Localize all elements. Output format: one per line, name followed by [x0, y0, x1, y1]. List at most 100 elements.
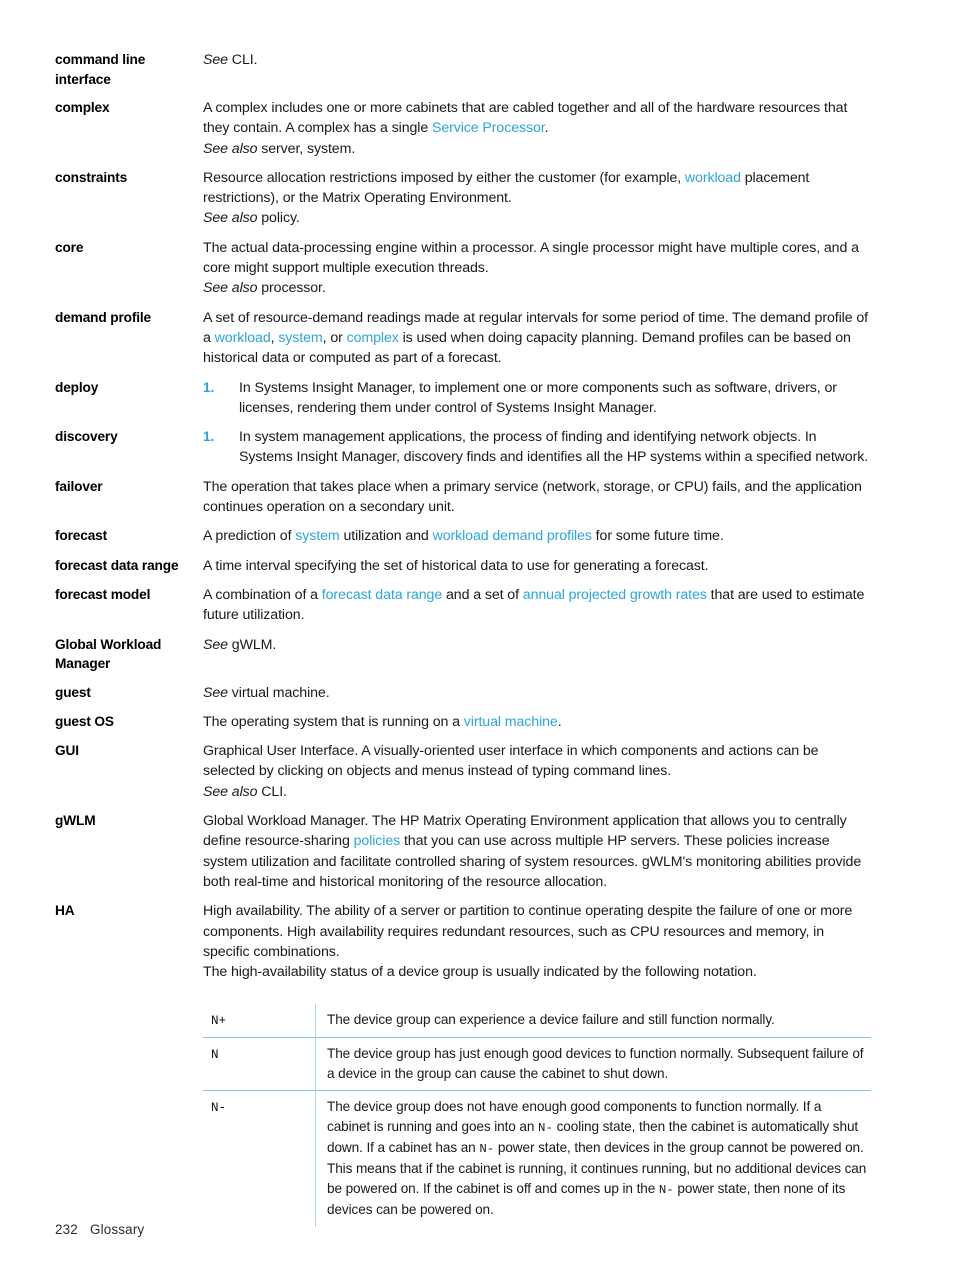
- definition-text-tail: .: [557, 713, 562, 730]
- glossary-term: complex: [55, 100, 110, 115]
- glossary-definition: A prediction of system utilization and w…: [203, 526, 870, 546]
- see-also-label: See also: [203, 210, 258, 227]
- list-marker: 1.: [203, 429, 215, 445]
- glossary-entry-ha: HA High availability. The ability of a s…: [55, 901, 871, 1227]
- see-also-target: server, system.: [257, 140, 356, 157]
- glossary-entry-discovery: discovery 1. In system management applic…: [55, 427, 870, 468]
- definition-paragraph: Graphical User Interface. A visually-ori…: [203, 743, 819, 780]
- glossary-definition: The actual data-processing engine within…: [203, 238, 870, 299]
- definition-paragraph: The operating system that is running on …: [203, 712, 870, 732]
- notation-code: N-: [203, 1090, 316, 1227]
- glossary-entry-global-workload-manager: Global Workload Manager See gWLM.: [55, 635, 870, 674]
- definition-text-tail: for some future time.: [591, 528, 724, 545]
- cross-reference-link-complex[interactable]: complex: [347, 330, 399, 346]
- inline-code-n-minus: N-: [658, 1182, 674, 1197]
- glossary-entry-forecast: forecast A prediction of system utilizat…: [55, 526, 870, 546]
- glossary-term: core: [55, 239, 84, 255]
- glossary-term: guest OS: [55, 713, 114, 729]
- cross-reference-link-forecast-data-range[interactable]: forecast data range: [322, 587, 442, 603]
- glossary-entry-deploy: deploy 1. In Systems Insight Manager, to…: [55, 378, 870, 419]
- table-row: N The device group has just enough good …: [203, 1037, 871, 1091]
- see-also-target: CLI.: [257, 783, 287, 800]
- glossary-term: forecast model: [55, 586, 151, 602]
- glossary-term: Global Workload Manager: [55, 636, 162, 672]
- page-number: 232: [55, 1222, 78, 1237]
- definition-text: A combination of a: [203, 586, 322, 603]
- glossary-term: failover: [55, 478, 103, 494]
- definition-text: The operating system that is running on …: [203, 713, 464, 730]
- see-also-target: CLI.: [227, 52, 258, 68]
- list-marker: 1.: [203, 379, 215, 395]
- definition-paragraph: High availability. The ability of a serv…: [203, 903, 853, 960]
- glossary-term: deploy: [55, 379, 99, 395]
- footer-section-title: Glossary: [89, 1222, 145, 1237]
- definition-paragraph: See also server, system.: [203, 139, 870, 159]
- definition-separator: , or: [322, 329, 347, 346]
- numbered-list-item: 1. In system management applications, th…: [203, 427, 870, 468]
- cross-reference-link-annual-projected-growth-rates[interactable]: annual projected growth rates: [523, 587, 707, 603]
- notation-description: The device group has just enough good de…: [315, 1037, 871, 1091]
- glossary-entry-demand-profile: demand profile A set of resource-demand …: [55, 308, 870, 369]
- glossary-term: GUI: [55, 743, 79, 759]
- definition-paragraph: See CLI.: [203, 50, 870, 70]
- notation-code: N+: [211, 1014, 226, 1029]
- glossary-term: forecast data range: [55, 557, 179, 573]
- glossary-definition: A complex includes one or more cabinets …: [203, 98, 870, 159]
- glossary-entry-gui: GUI Graphical User Interface. A visually…: [55, 741, 870, 802]
- glossary-entry-guest: guest See virtual machine.: [55, 683, 870, 703]
- cross-reference-link[interactable]: workload: [685, 170, 741, 186]
- definition-text: A prediction of: [203, 528, 296, 545]
- definition-paragraph: See also CLI.: [203, 782, 870, 802]
- cross-reference-link-policies[interactable]: policies: [354, 833, 401, 849]
- definition-paragraph: The actual data-processing engine within…: [203, 239, 859, 277]
- glossary-entry-guest-os: guest OS The operating system that is ru…: [55, 712, 870, 732]
- glossary-definition: A time interval specifying the set of hi…: [203, 556, 870, 576]
- page-footer: 232 Glossary: [55, 1222, 144, 1237]
- table-row: N- The device group does not have enough…: [203, 1090, 871, 1227]
- glossary-entry-gwlm: gWLM Global Workload Manager. The HP Mat…: [55, 811, 870, 892]
- definition-paragraph: A set of resource-demand readings made a…: [203, 308, 870, 369]
- cross-reference-link-virtual-machine[interactable]: virtual machine: [464, 714, 558, 730]
- definition-paragraph: The operation that takes place when a pr…: [203, 478, 862, 516]
- definition-separator: utilization and: [339, 528, 433, 545]
- definition-paragraph: Resource allocation restrictions imposed…: [203, 168, 870, 209]
- notation-description: The device group can experience a device…: [315, 1004, 871, 1038]
- glossary-definition: Resource allocation restrictions imposed…: [203, 168, 870, 229]
- list-item-text: In Systems Insight Manager, to implement…: [239, 379, 837, 416]
- definition-paragraph: A prediction of system utilization and w…: [203, 526, 870, 546]
- cross-reference-link-workload-demand-profiles[interactable]: workload demand profiles: [433, 528, 592, 544]
- cross-reference-link-system[interactable]: system: [295, 528, 339, 544]
- see-also-target: processor.: [257, 280, 326, 297]
- glossary-definition: High availability. The ability of a serv…: [203, 901, 871, 1227]
- see-also-target: virtual machine.: [227, 684, 330, 701]
- inline-code-n-minus: N-: [479, 1142, 495, 1157]
- glossary-entry-constraints: constraints Resource allocation restrict…: [55, 168, 870, 229]
- definition-paragraph: See also processor.: [203, 278, 870, 298]
- glossary-definition: The operation that takes place when a pr…: [203, 477, 870, 518]
- see-also-label: See: [203, 684, 228, 701]
- cross-reference-link-workload[interactable]: workload: [215, 330, 271, 346]
- definition-paragraph: A time interval specifying the set of hi…: [203, 557, 709, 574]
- cross-reference-link-system[interactable]: system: [278, 330, 322, 346]
- glossary-term: HA: [55, 903, 75, 919]
- glossary-entry-failover: failover The operation that takes place …: [55, 477, 870, 518]
- ha-notation-table: N+ The device group can experience a dev…: [203, 1004, 871, 1227]
- glossary-definition: Global Workload Manager. The HP Matrix O…: [203, 811, 870, 892]
- see-also-label: See: [203, 52, 228, 68]
- glossary-entry-forecast-model: forecast model A combination of a foreca…: [55, 585, 870, 626]
- definition-separator: and a set of: [442, 586, 523, 603]
- glossary-definition: 1. In system management applications, th…: [203, 427, 870, 468]
- see-also-label: See: [203, 636, 228, 653]
- notation-description: The device group does not have enough go…: [315, 1090, 871, 1227]
- glossary-definition: A set of resource-demand readings made a…: [203, 308, 870, 369]
- cross-reference-link[interactable]: Service Processor: [432, 120, 545, 136]
- definition-paragraph: Global Workload Manager. The HP Matrix O…: [203, 811, 870, 892]
- numbered-list-item: 1. In Systems Insight Manager, to implem…: [203, 378, 870, 419]
- glossary-definition: 1. In Systems Insight Manager, to implem…: [203, 378, 870, 419]
- definition-text: Resource allocation restrictions imposed…: [203, 169, 685, 186]
- glossary-entry-forecast-data-range: forecast data range A time interval spec…: [55, 556, 870, 576]
- notation-code: N: [203, 1037, 316, 1091]
- see-also-label: See also: [203, 280, 258, 297]
- definition-text-tail: .: [544, 120, 549, 137]
- see-also-target: policy.: [257, 210, 300, 227]
